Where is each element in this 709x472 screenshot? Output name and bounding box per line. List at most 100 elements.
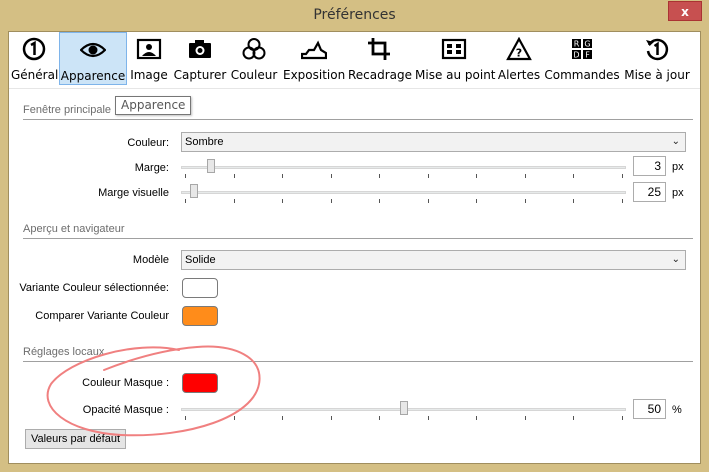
slider-thumb[interactable] bbox=[399, 401, 408, 415]
slider-thumb[interactable] bbox=[207, 159, 216, 173]
slider-tick bbox=[233, 199, 235, 203]
section-title-local: Réglages locaux bbox=[23, 346, 105, 358]
preferences-toolbar: Général Apparence Image Capturer Couleur… bbox=[9, 32, 700, 89]
tab-alertes[interactable]: ? Alertes bbox=[497, 32, 541, 85]
window-title: Préférences bbox=[313, 7, 396, 23]
tab-couleur[interactable]: Couleur bbox=[230, 32, 278, 85]
mask-color-swatch[interactable] bbox=[182, 373, 218, 393]
model-select-value: Solide bbox=[185, 254, 216, 266]
title-bar: Préférences x bbox=[0, 0, 709, 31]
slider-tick bbox=[524, 174, 526, 178]
camera-icon bbox=[189, 40, 211, 58]
mask-opacity-unit: % bbox=[672, 404, 682, 416]
slider-tick bbox=[573, 416, 575, 420]
slider-tick bbox=[185, 199, 186, 203]
slider-tick bbox=[427, 199, 429, 203]
tab-commandes[interactable]: RGDF Commandes bbox=[544, 32, 620, 85]
eye-icon bbox=[80, 42, 106, 58]
tab-label: Alertes bbox=[497, 68, 541, 82]
tab-label: Mise à jour bbox=[624, 68, 690, 82]
svg-text:D: D bbox=[573, 51, 579, 60]
color-select[interactable]: Sombre ⌄ bbox=[181, 132, 686, 152]
slider-tick bbox=[524, 199, 526, 203]
slider-tick bbox=[185, 416, 186, 420]
tab-label: Commandes bbox=[544, 68, 620, 82]
picture-frame-icon bbox=[136, 38, 162, 60]
slider-tick bbox=[233, 416, 235, 420]
slider-tick bbox=[282, 416, 284, 420]
color-label: Couleur: bbox=[127, 137, 169, 149]
tab-exposition[interactable]: Exposition bbox=[283, 32, 345, 85]
slider-tick bbox=[573, 199, 575, 203]
slider-track bbox=[181, 191, 626, 194]
mask-opacity-slider[interactable] bbox=[181, 399, 626, 420]
compare-variant-swatch[interactable] bbox=[182, 306, 218, 326]
visual-margin-label: Marge visuelle bbox=[98, 187, 169, 199]
tab-capturer[interactable]: Capturer bbox=[173, 32, 227, 85]
slider-tick bbox=[622, 416, 623, 420]
slider-track bbox=[181, 166, 626, 169]
slider-tick bbox=[476, 199, 478, 203]
tooltip: Apparence bbox=[115, 96, 192, 115]
slider-tick bbox=[427, 416, 429, 420]
tab-label: Capturer bbox=[173, 68, 227, 82]
visual-margin-unit: px bbox=[672, 187, 684, 199]
restore-defaults-button[interactable]: Valeurs par défaut bbox=[25, 429, 126, 449]
tab-label: Général bbox=[11, 68, 59, 82]
exposure-histogram-icon bbox=[301, 40, 327, 60]
slider-tick bbox=[379, 174, 381, 178]
tab-general[interactable]: Général bbox=[11, 32, 59, 85]
slider-thumb[interactable] bbox=[189, 184, 198, 198]
slider-tick bbox=[330, 416, 332, 420]
svg-text:?: ? bbox=[516, 47, 522, 60]
slider-tick bbox=[379, 199, 381, 203]
chevron-down-icon: ⌄ bbox=[671, 254, 680, 265]
margin-unit: px bbox=[672, 161, 684, 173]
mask-color-label: Couleur Masque : bbox=[82, 377, 169, 389]
svg-text:F: F bbox=[585, 51, 590, 60]
slider-tick bbox=[427, 174, 429, 178]
tab-recadrage[interactable]: Recadrage bbox=[348, 32, 413, 85]
tab-label: Exposition bbox=[283, 68, 346, 82]
model-label: Modèle bbox=[132, 254, 169, 266]
margin-label: Marge: bbox=[134, 162, 169, 174]
slider-tick bbox=[330, 199, 332, 203]
margin-slider[interactable] bbox=[181, 157, 626, 178]
slider-tick bbox=[282, 174, 284, 178]
visual-margin-input[interactable]: 25 bbox=[633, 182, 666, 202]
section-divider bbox=[23, 238, 693, 239]
tab-label: Mise au point bbox=[415, 68, 496, 82]
svg-text:G: G bbox=[584, 40, 590, 49]
preferences-panel: Général Apparence Image Capturer Couleur… bbox=[8, 31, 701, 464]
tab-image[interactable]: Image bbox=[129, 32, 169, 85]
svg-text:R: R bbox=[574, 40, 580, 49]
selected-variant-label: Variante Couleur sélectionnée: bbox=[19, 282, 169, 294]
warning-triangle-icon: ? bbox=[506, 37, 532, 61]
section-title-main-window: Fenêtre principale bbox=[23, 104, 112, 116]
tab-apparence[interactable]: Apparence bbox=[59, 32, 127, 85]
tab-label: Image bbox=[130, 68, 168, 82]
selected-variant-swatch[interactable] bbox=[182, 278, 218, 298]
slider-tick bbox=[282, 199, 284, 203]
crop-icon bbox=[368, 38, 390, 60]
tab-label: Couleur bbox=[230, 68, 278, 82]
tab-mise-a-jour[interactable]: Mise à jour bbox=[622, 32, 692, 85]
slider-tick bbox=[379, 416, 381, 420]
visual-margin-slider[interactable] bbox=[181, 182, 626, 203]
close-button[interactable]: x bbox=[668, 1, 702, 21]
margin-input[interactable]: 3 bbox=[633, 156, 666, 176]
mask-opacity-input[interactable]: 50 bbox=[633, 399, 666, 419]
tab-label: Recadrage bbox=[348, 68, 413, 82]
slider-tick bbox=[622, 174, 623, 178]
slider-tick bbox=[622, 199, 623, 203]
slider-tick bbox=[524, 416, 526, 420]
update-cycle-icon bbox=[646, 38, 669, 61]
section-divider bbox=[23, 119, 693, 120]
keyboard-keys-icon: R GD F bbox=[572, 39, 592, 60]
model-select[interactable]: Solide ⌄ bbox=[181, 250, 686, 270]
mask-opacity-label: Opacité Masque : bbox=[82, 404, 169, 416]
slider-tick bbox=[330, 174, 332, 178]
tab-mise-au-point[interactable]: Mise au point bbox=[415, 32, 496, 85]
color-select-value: Sombre bbox=[185, 136, 224, 148]
tab-label: Apparence bbox=[60, 69, 126, 83]
